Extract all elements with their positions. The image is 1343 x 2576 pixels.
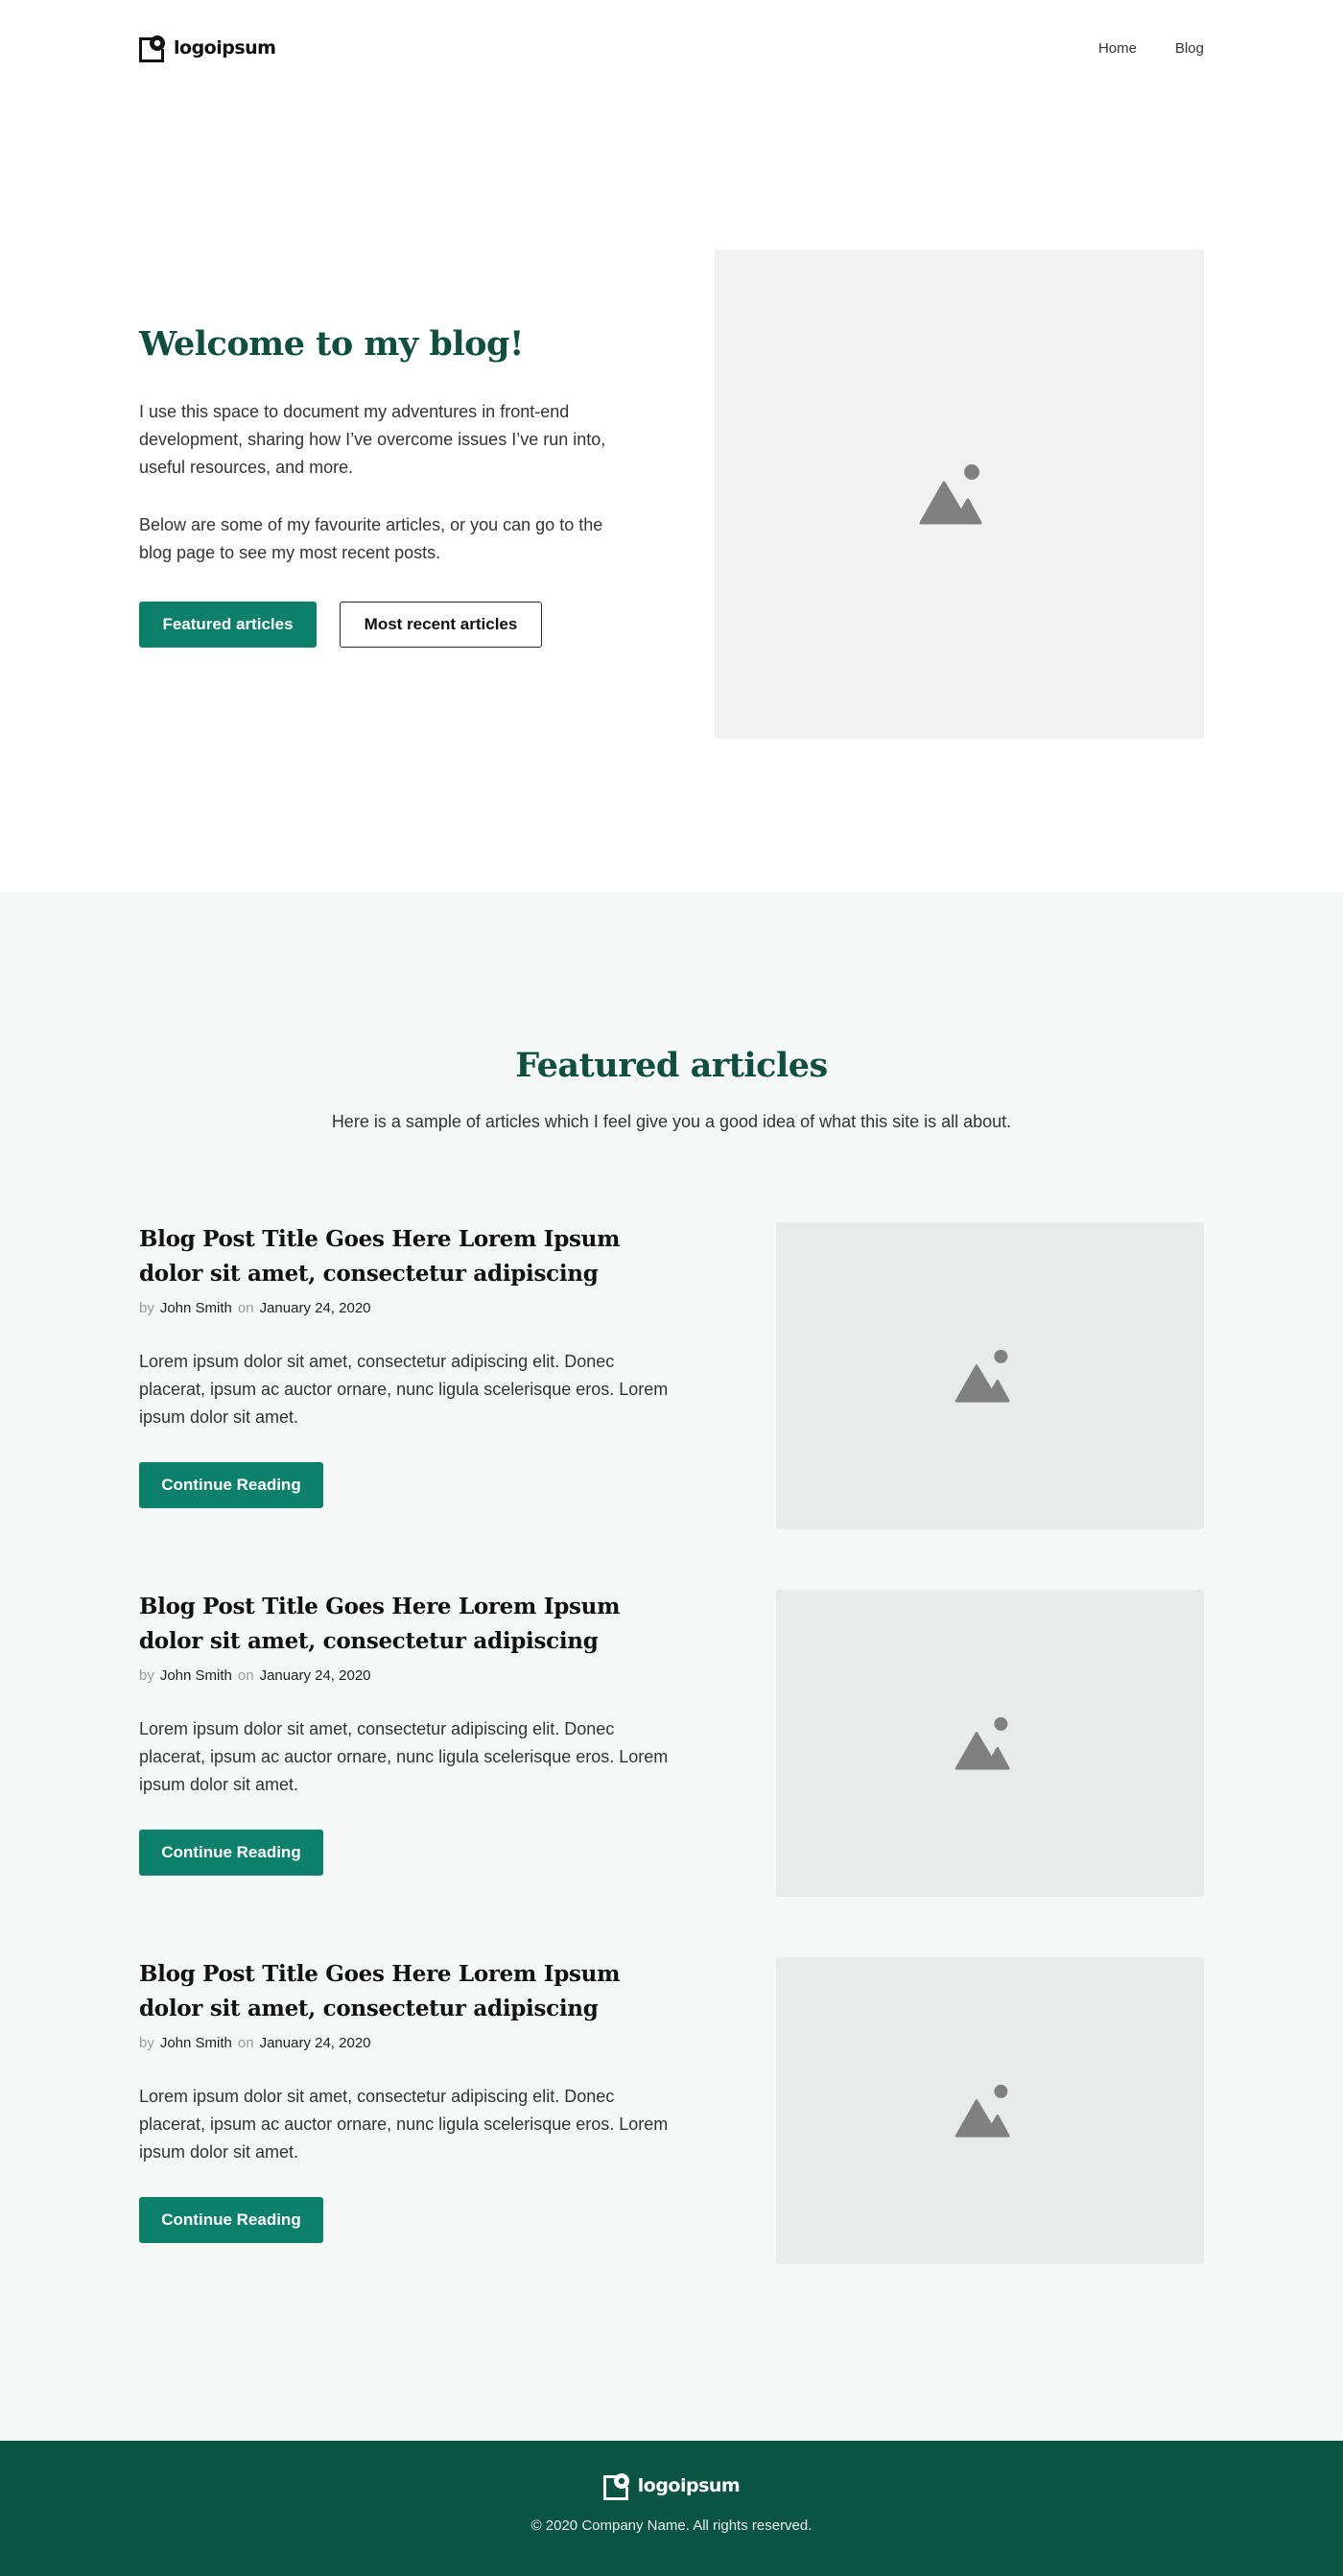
featured-title: Featured articles — [515, 1046, 828, 1085]
on-label: on — [237, 1667, 254, 1684]
logo-icon — [602, 2473, 629, 2500]
hero-section: Welcome to my blog! I use this space to … — [0, 96, 1343, 892]
article-excerpt: Lorem ipsum dolor sit amet, consectetur … — [139, 1352, 669, 1427]
article-author[interactable]: John Smith — [160, 1300, 232, 1316]
article-text: Blog Post Title Goes Here Lorem Ipsum do… — [139, 1957, 676, 2264]
hero-text: Welcome to my blog! I use this space to … — [139, 324, 619, 648]
logo-text: logoipsum — [174, 37, 276, 59]
nav-blog-link[interactable]: Blog — [1175, 40, 1204, 57]
on-label: on — [237, 1300, 254, 1316]
article-text: Blog Post Title Goes Here Lorem Ipsum do… — [139, 1590, 676, 1897]
logo[interactable]: logoipsum — [139, 34, 276, 62]
copyright-text: © 2020 Company Name. All rights reserved… — [530, 2517, 813, 2534]
image-placeholder-icon — [954, 1716, 1010, 1770]
article-meta: by John Smith on January 24, 2020 — [139, 1667, 676, 1684]
site-header: logoipsum Home Blog — [0, 0, 1343, 96]
most-recent-articles-button[interactable]: Most recent articles — [340, 602, 542, 648]
article-author[interactable]: John Smith — [160, 1667, 232, 1684]
continue-reading-button[interactable]: Continue Reading — [139, 2197, 323, 2243]
article-title[interactable]: Blog Post Title Goes Here Lorem Ipsum do… — [139, 1957, 676, 2026]
hero-image — [715, 249, 1204, 739]
logo-icon — [139, 35, 165, 62]
hero-title: Welcome to my blog! — [139, 324, 524, 364]
nav-home-link[interactable]: Home — [1098, 40, 1137, 57]
article-meta: by John Smith on January 24, 2020 — [139, 2035, 676, 2051]
article-excerpt: Lorem ipsum dolor sit amet, consectetur … — [139, 1719, 669, 1794]
hero-buttons: Featured articles Most recent articles — [139, 602, 619, 648]
footer-logo-text: logoipsum — [637, 2475, 741, 2496]
article-excerpt: Lorem ipsum dolor sit amet, consectetur … — [139, 2087, 669, 2162]
by-label: by — [139, 1667, 154, 1684]
article-date: January 24, 2020 — [259, 1300, 371, 1316]
article-title[interactable]: Blog Post Title Goes Here Lorem Ipsum do… — [139, 1590, 676, 1659]
featured-section: Featured articles Here is a sample of ar… — [0, 892, 1343, 2441]
article-card: Blog Post Title Goes Here Lorem Ipsum do… — [139, 1957, 1204, 2264]
article-text: Blog Post Title Goes Here Lorem Ipsum do… — [139, 1222, 676, 1529]
continue-reading-button[interactable]: Continue Reading — [139, 1830, 323, 1876]
article-list: Blog Post Title Goes Here Lorem Ipsum do… — [139, 1222, 1204, 2264]
continue-reading-button[interactable]: Continue Reading — [139, 1462, 323, 1508]
by-label: by — [139, 2035, 154, 2051]
main-nav: Home Blog — [1098, 40, 1204, 57]
article-title[interactable]: Blog Post Title Goes Here Lorem Ipsum do… — [139, 1222, 676, 1291]
article-image[interactable] — [776, 1957, 1204, 2264]
by-label: by — [139, 1300, 154, 1316]
article-author[interactable]: John Smith — [160, 2035, 232, 2051]
on-label: on — [237, 2035, 254, 2051]
featured-header: Featured articles Here is a sample of ar… — [139, 892, 1204, 1132]
featured-subtitle: Here is a sample of articles which I fee… — [331, 1112, 1012, 1131]
article-image[interactable] — [776, 1590, 1204, 1897]
article-card: Blog Post Title Goes Here Lorem Ipsum do… — [139, 1590, 1204, 1897]
article-meta: by John Smith on January 24, 2020 — [139, 1300, 676, 1316]
image-placeholder-icon — [954, 1349, 1010, 1403]
footer-logo[interactable]: logoipsum — [0, 2471, 1343, 2500]
article-card: Blog Post Title Goes Here Lorem Ipsum do… — [139, 1222, 1204, 1529]
hero-paragraph-2: Below are some of my favourite articles,… — [139, 515, 603, 562]
image-placeholder-icon — [919, 464, 982, 525]
article-date: January 24, 2020 — [259, 2035, 371, 2051]
article-date: January 24, 2020 — [259, 1667, 371, 1684]
image-placeholder-icon — [954, 2084, 1010, 2138]
hero-paragraph-1: I use this space to document my adventur… — [139, 402, 606, 477]
site-footer: logoipsum © 2020 Company Name. All right… — [0, 2441, 1343, 2576]
featured-articles-button[interactable]: Featured articles — [139, 602, 317, 648]
article-image[interactable] — [776, 1222, 1204, 1529]
